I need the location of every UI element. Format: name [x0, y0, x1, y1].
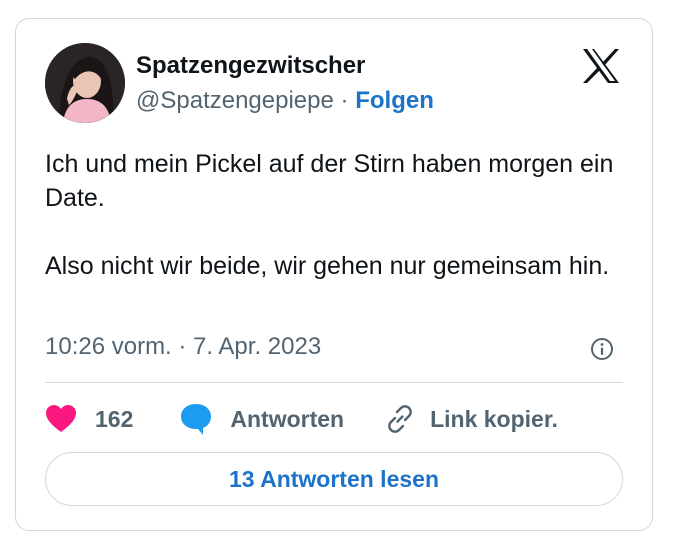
avatar[interactable] [45, 43, 125, 123]
reply-button[interactable]: Antworten [179, 402, 344, 436]
reply-label: Antworten [230, 405, 345, 432]
action-bar: 162 Antworten Link kopier. [45, 401, 558, 437]
like-button[interactable]: 162 [45, 404, 133, 434]
tweet-text: Ich und mein Pickel auf der Stirn haben … [45, 147, 625, 283]
x-logo-icon[interactable] [582, 48, 620, 84]
link-icon [384, 403, 416, 435]
tweet-paragraph: Also nicht wir beide, wir gehen nur geme… [45, 252, 610, 280]
copy-link-label: Link kopier. [430, 405, 558, 432]
handle-separator: · [340, 87, 349, 114]
author-handle-line: @Spatzengepiepe · Folgen [136, 87, 434, 115]
speech-bubble-icon [179, 402, 213, 436]
copy-link-button[interactable]: Link kopier. [384, 403, 558, 435]
info-icon[interactable] [590, 337, 614, 361]
read-replies-button[interactable]: 13 Antworten lesen [45, 452, 623, 506]
divider [45, 382, 623, 383]
display-name[interactable]: Spatzengezwitscher [136, 52, 365, 80]
heart-icon [45, 404, 77, 434]
tweet-timestamp[interactable]: 10:26 vorm. · 7. Apr. 2023 [45, 333, 321, 361]
follow-link[interactable]: Folgen [355, 87, 434, 114]
like-count: 162 [95, 405, 134, 432]
tweet-card: Spatzengezwitscher @Spatzengepiepe · Fol… [15, 18, 653, 531]
author-handle[interactable]: @Spatzengepiepe [136, 87, 334, 114]
tweet-paragraph: Ich und mein Pickel auf der Stirn haben … [45, 150, 614, 212]
